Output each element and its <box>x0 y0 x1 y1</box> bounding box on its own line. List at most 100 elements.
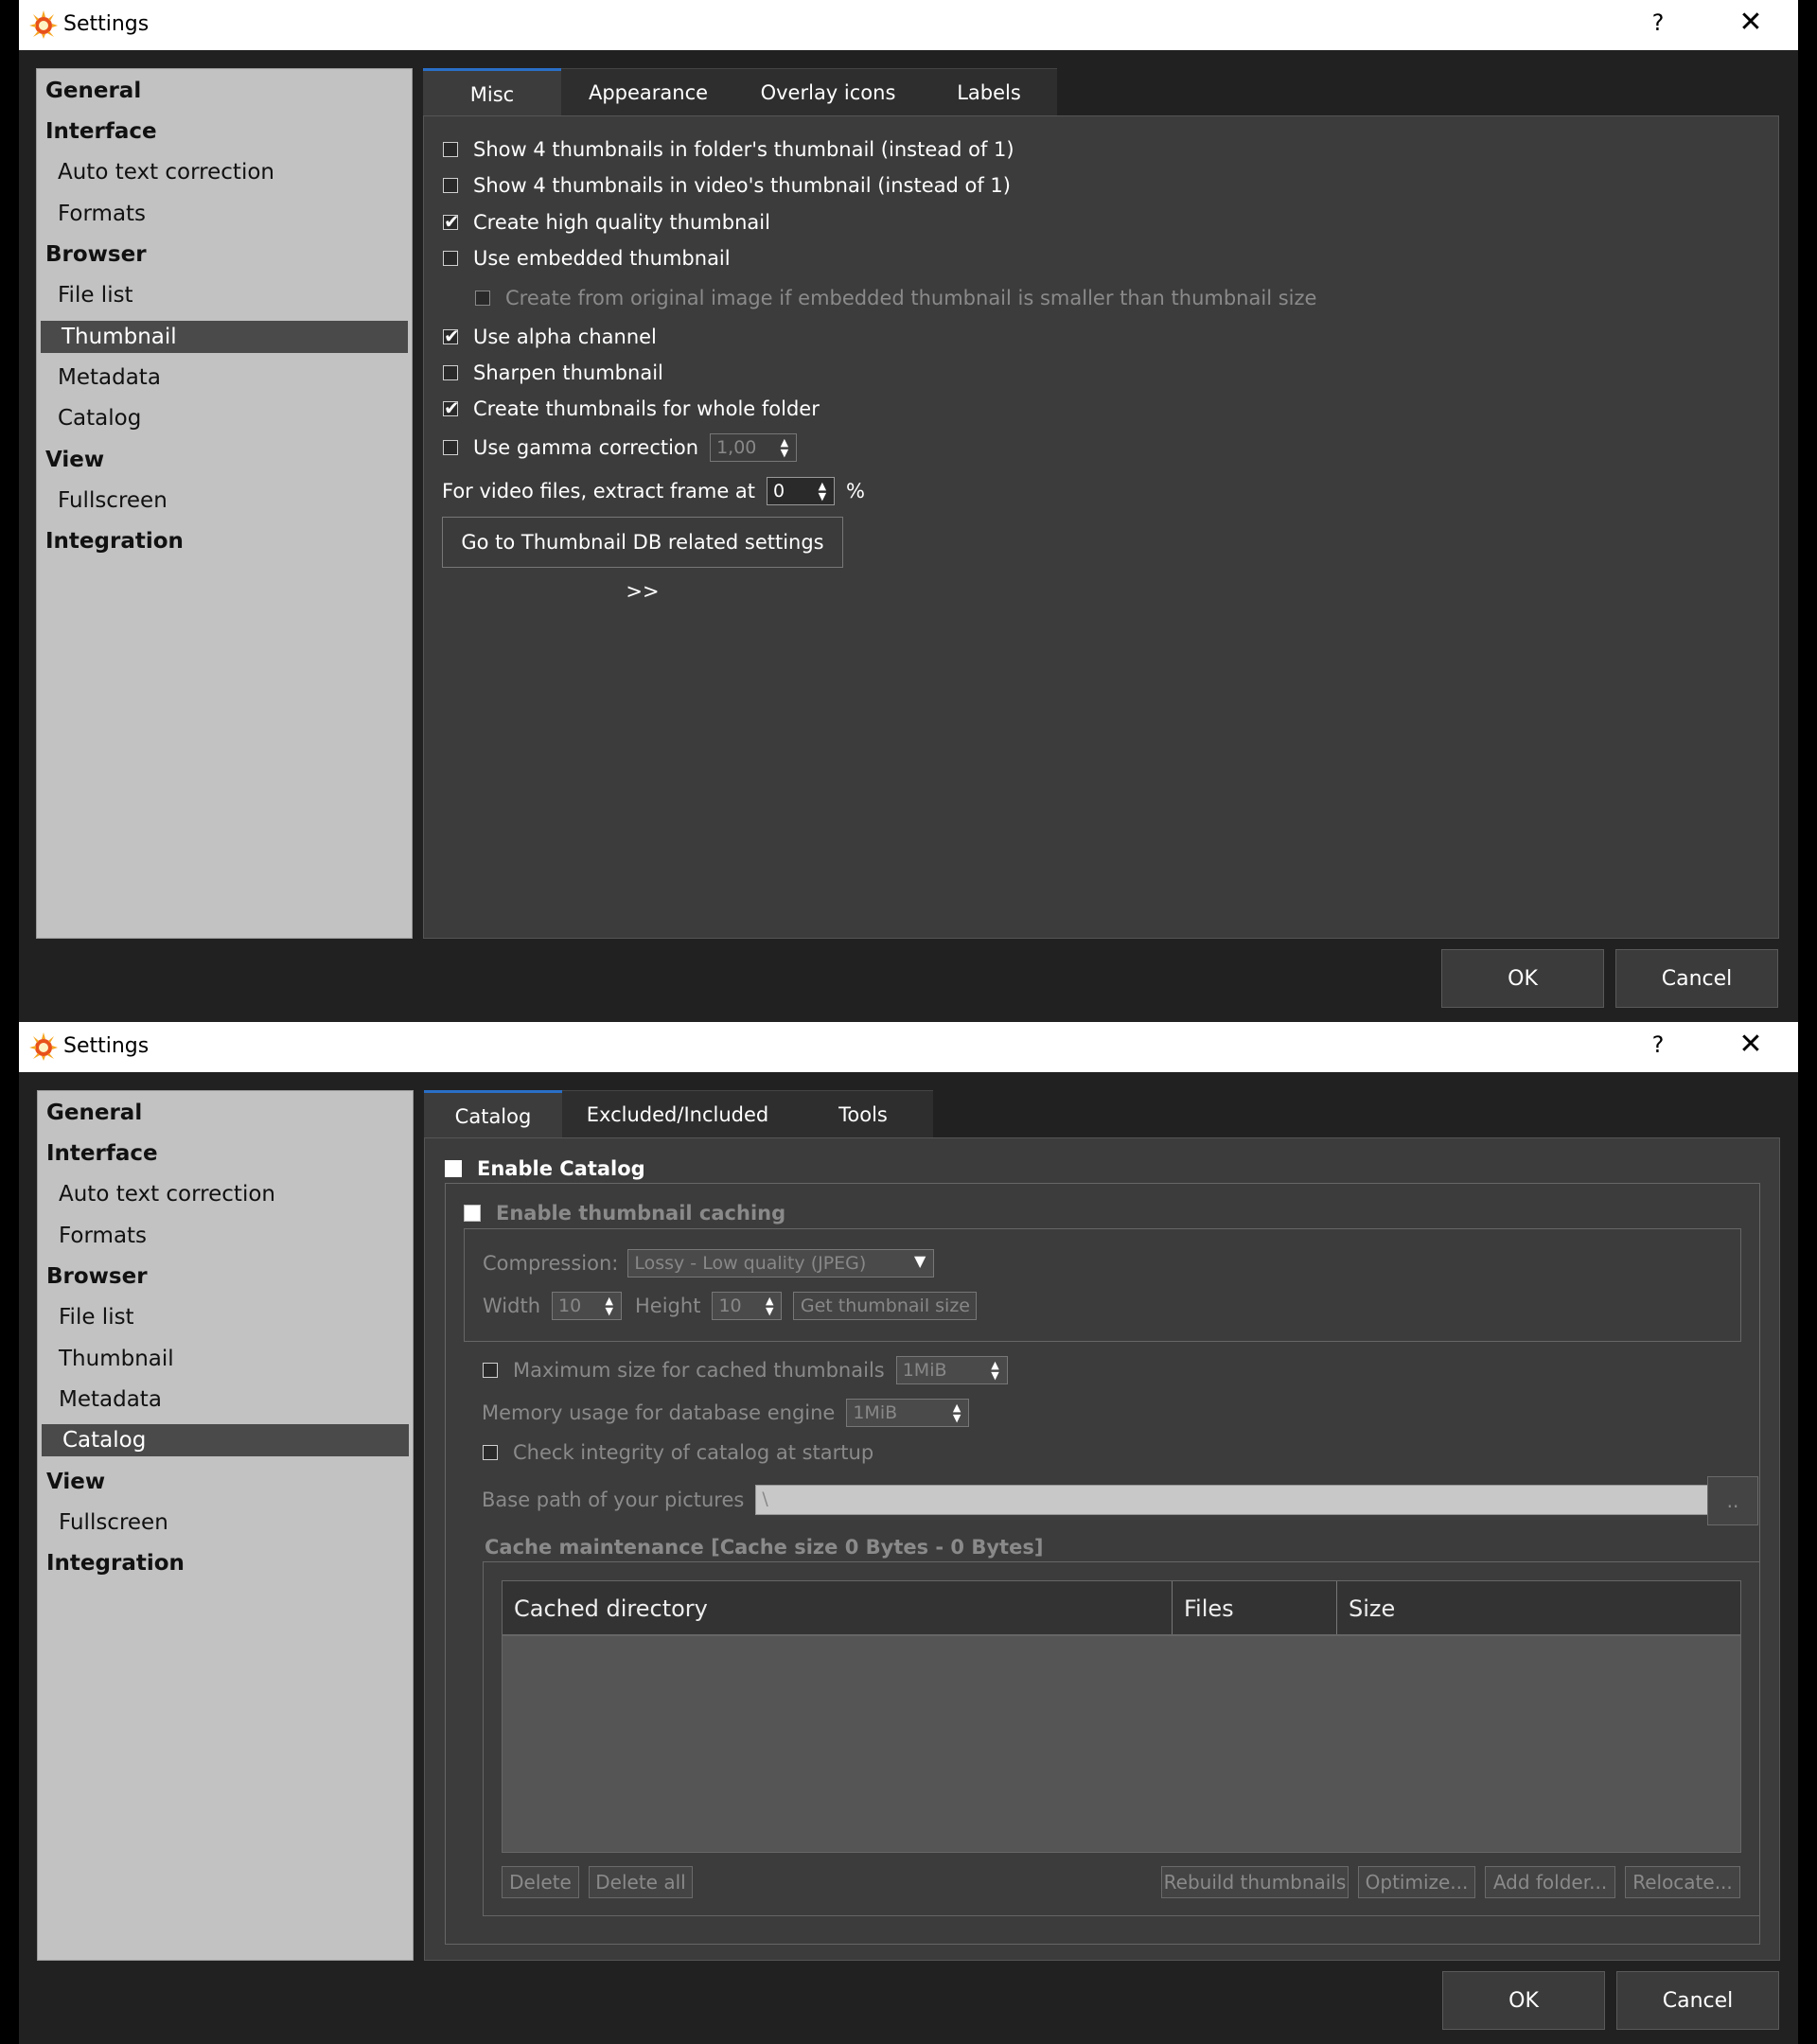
ok-button[interactable]: OK <box>1441 949 1604 1008</box>
spin-arrows-icon[interactable]: ▲ ▼ <box>766 1295 773 1316</box>
nav-item-integration[interactable]: Integration <box>37 525 412 557</box>
help-button[interactable]: ? <box>1639 1031 1677 1058</box>
nav-item-general[interactable]: General <box>38 1097 413 1129</box>
option-high-quality[interactable]: Create high quality thumbnail <box>443 207 770 237</box>
cache-table-body[interactable] <box>502 1635 1741 1853</box>
cancel-button[interactable]: Cancel <box>1615 949 1778 1008</box>
nav-item-formats[interactable]: Formats <box>38 1220 413 1252</box>
nav-item-thumbnail[interactable]: Thumbnail <box>41 321 408 353</box>
max-size-label: Maximum size for cached thumbnails <box>513 1359 885 1382</box>
spin-arrows-icon[interactable]: ▲ ▼ <box>819 481 826 502</box>
check-integrity-row[interactable]: Check integrity of catalog at startup <box>483 1438 873 1467</box>
tab-catalog[interactable]: Catalog <box>424 1090 562 1137</box>
nav-item-fullscreen[interactable]: Fullscreen <box>37 485 412 517</box>
option-label: Use embedded thumbnail <box>473 247 731 270</box>
checkbox[interactable] <box>443 322 460 350</box>
height-label: Height <box>635 1295 701 1317</box>
goto-thumbnail-db-button[interactable]: Go to Thumbnail DB related settings >> <box>442 517 843 603</box>
video-frame-label: For video files, extract frame at <box>442 480 756 502</box>
tab-appearance[interactable]: Appearance <box>561 68 735 115</box>
nav-item-interface[interactable]: Interface <box>38 1137 413 1170</box>
spin-arrows-icon[interactable]: ▲ ▼ <box>953 1402 961 1423</box>
base-path-input[interactable]: \ <box>755 1485 1740 1515</box>
checkbox[interactable] <box>443 440 458 455</box>
column-header-files[interactable]: Files <box>1173 1581 1337 1634</box>
nav-item-catalog[interactable]: Catalog <box>42 1424 409 1456</box>
spin-arrows-icon[interactable]: ▲ ▼ <box>781 437 788 458</box>
option-sharpen[interactable]: Sharpen thumbnail <box>443 359 663 387</box>
nav-item-auto-text-correction[interactable]: Auto text correction <box>38 1178 413 1210</box>
nav-item-auto-text-correction[interactable]: Auto text correction <box>37 156 412 188</box>
nav-item-browser[interactable]: Browser <box>38 1260 413 1293</box>
column-header-size[interactable]: Size <box>1337 1581 1740 1634</box>
add-folder-button[interactable]: Add folder... <box>1485 1866 1615 1898</box>
tab-excluded-included[interactable]: Excluded/Included <box>562 1090 793 1137</box>
tab-labels[interactable]: Labels <box>921 68 1057 115</box>
spin-arrows-icon[interactable]: ▲ ▼ <box>991 1360 998 1381</box>
memory-spinbox[interactable]: 1MiB ▲ ▼ <box>846 1399 970 1427</box>
width-spinbox[interactable]: 10 ▲ ▼ <box>552 1292 623 1320</box>
checkbox[interactable] <box>443 207 460 236</box>
option-create-from-original[interactable]: Create from original image if embedded t… <box>475 284 1316 312</box>
ok-button[interactable]: OK <box>1442 1971 1605 2030</box>
checkbox[interactable] <box>443 251 458 266</box>
cancel-button[interactable]: Cancel <box>1616 1971 1779 2030</box>
optimize-button[interactable]: Optimize... <box>1358 1866 1475 1898</box>
nav-item-catalog[interactable]: Catalog <box>37 402 412 434</box>
nav-item-integration[interactable]: Integration <box>38 1547 413 1579</box>
delete-all-button[interactable]: Delete all <box>589 1866 693 1898</box>
tab-misc[interactable]: Misc <box>423 68 561 115</box>
help-button[interactable]: ? <box>1639 9 1677 36</box>
close-button[interactable]: ✕ <box>1732 1028 1770 1061</box>
spin-arrows-icon[interactable]: ▲ ▼ <box>606 1295 613 1316</box>
option-video-4-thumbs[interactable]: Show 4 thumbnails in video's thumbnail (… <box>443 171 1011 200</box>
nav-item-file-list[interactable]: File list <box>38 1301 413 1333</box>
checkbox[interactable] <box>443 394 460 422</box>
option-embedded-thumbnail[interactable]: Use embedded thumbnail <box>443 244 731 273</box>
option-whole-folder[interactable]: Create thumbnails for whole folder <box>443 394 820 423</box>
nav-item-metadata[interactable]: Metadata <box>38 1383 413 1416</box>
relocate-button[interactable]: Relocate... <box>1625 1866 1740 1898</box>
close-button[interactable]: ✕ <box>1732 6 1770 39</box>
checkbox[interactable] <box>443 178 458 193</box>
enable-catalog-row[interactable]: Enable Catalog <box>445 1154 645 1183</box>
nav-item-file-list[interactable]: File list <box>37 279 412 311</box>
nav-item-fullscreen[interactable]: Fullscreen <box>38 1507 413 1539</box>
delete-button[interactable]: Delete <box>502 1866 579 1898</box>
enable-thumb-caching-row[interactable]: Enable thumbnail caching <box>464 1199 785 1227</box>
chevron-down-icon[interactable]: ▼ <box>914 1254 926 1269</box>
option-alpha-channel[interactable]: Use alpha channel <box>443 322 657 351</box>
nav-item-metadata[interactable]: Metadata <box>37 361 412 394</box>
nav-item-view[interactable]: View <box>38 1466 413 1498</box>
nav-item-thumbnail[interactable]: Thumbnail <box>38 1343 413 1375</box>
nav-item-browser[interactable]: Browser <box>37 238 412 271</box>
cache-maintenance-title: Cache maintenance [Cache size 0 Bytes - … <box>485 1533 1043 1561</box>
video-frame-spinbox[interactable]: 0 ▲ ▼ <box>767 477 836 505</box>
title-bar: Settings ? ✕ <box>19 0 1798 50</box>
checkbox[interactable] <box>443 142 458 157</box>
checkbox[interactable] <box>464 1205 481 1222</box>
checkbox[interactable] <box>483 1363 498 1378</box>
gamma-spinbox[interactable]: 1,00 ▲ ▼ <box>710 433 798 462</box>
browse-button[interactable]: .. <box>1707 1476 1758 1525</box>
height-spinbox[interactable]: 10 ▲ ▼ <box>712 1292 783 1320</box>
nav-item-general[interactable]: General <box>37 75 412 107</box>
nav-item-formats[interactable]: Formats <box>37 198 412 230</box>
tab-overlay-icons[interactable]: Overlay icons <box>735 68 921 115</box>
get-thumbnail-size-button[interactable]: Get thumbnail size <box>793 1292 978 1320</box>
checkbox[interactable] <box>483 1445 498 1460</box>
compression-select[interactable]: Lossy - Low quality (JPEG) ▼ <box>627 1249 935 1278</box>
max-size-spinbox[interactable]: 1MiB ▲ ▼ <box>895 1356 1008 1384</box>
column-header-cached-directory[interactable]: Cached directory <box>503 1581 1173 1634</box>
nav-item-interface[interactable]: Interface <box>37 115 412 148</box>
option-gamma[interactable]: Use gamma correction 1,00 ▲ ▼ <box>443 433 798 462</box>
rebuild-thumbnails-button[interactable]: Rebuild thumbnails <box>1161 1866 1349 1898</box>
checkbox[interactable] <box>443 365 458 380</box>
checkbox[interactable] <box>475 291 490 306</box>
max-size-row[interactable]: Maximum size for cached thumbnails 1MiB ▲… <box>483 1356 1008 1384</box>
memory-label: Memory usage for database engine <box>482 1401 836 1424</box>
checkbox[interactable] <box>445 1160 462 1177</box>
nav-item-view[interactable]: View <box>37 444 412 476</box>
option-folder-4-thumbs[interactable]: Show 4 thumbnails in folder's thumbnail … <box>443 135 1014 164</box>
tab-tools[interactable]: Tools <box>793 1090 933 1137</box>
